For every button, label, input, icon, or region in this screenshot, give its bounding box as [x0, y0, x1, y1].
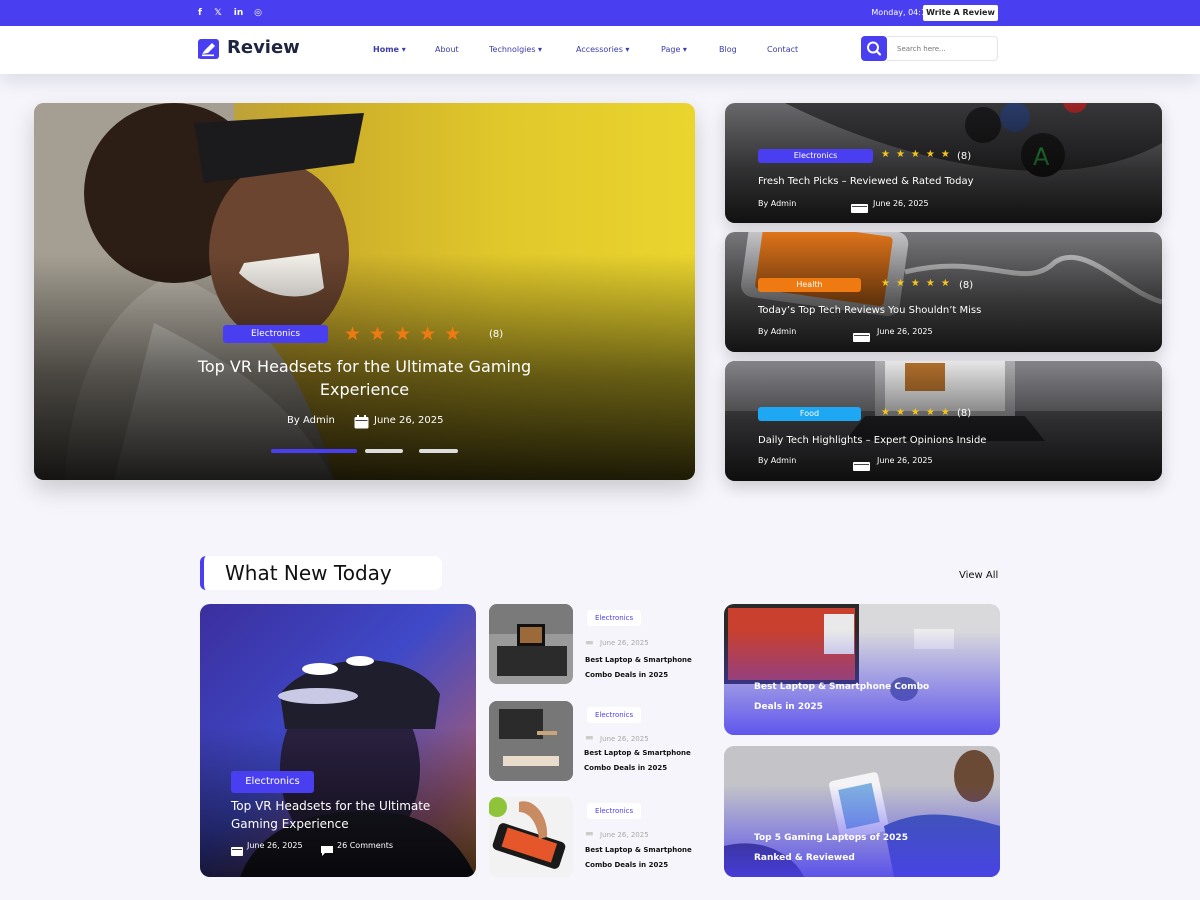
- nav-page-label: Page: [661, 45, 681, 54]
- list-item-title[interactable]: Best Laptop & Smartphone Combo Deals in …: [585, 843, 705, 873]
- linkedin-icon[interactable]: in: [232, 8, 245, 18]
- side-card-author[interactable]: By Admin: [758, 456, 796, 465]
- nav-home[interactable]: Home ▾: [373, 45, 406, 54]
- hero-category-badge[interactable]: Electronics: [223, 325, 328, 343]
- side-card-date: June 26, 2025: [873, 199, 929, 208]
- main-article-date: June 26, 2025: [247, 841, 303, 850]
- chevron-down-icon: ▾: [398, 45, 406, 54]
- calendar-icon: [853, 327, 870, 346]
- chevron-down-icon: ▾: [622, 45, 630, 54]
- side-card-category[interactable]: Health: [758, 278, 861, 292]
- star-rating: ★★★★★: [344, 323, 470, 345]
- nav-blog[interactable]: Blog: [719, 45, 737, 54]
- list-item-category[interactable]: Electronics: [587, 610, 642, 626]
- featured-card[interactable]: Top 5 Gaming Laptops of 2025 Ranked & Re…: [724, 746, 1000, 877]
- nav-home-label: Home: [373, 45, 399, 54]
- side-card-category[interactable]: Food: [758, 407, 861, 421]
- star-rating: ★★★★★: [881, 278, 956, 289]
- featured-card-title[interactable]: Top 5 Gaming Laptops of 2025 Ranked & Re…: [754, 828, 934, 868]
- nav-technologies-label: Technolgies: [489, 45, 536, 54]
- main-article-comments[interactable]: 26 Comments: [337, 841, 393, 850]
- side-card-title[interactable]: Fresh Tech Picks – Reviewed & Rated Toda…: [758, 176, 974, 187]
- list-item-date: June 26, 2025: [600, 639, 649, 647]
- side-card-date: June 26, 2025: [877, 327, 933, 336]
- side-card[interactable]: Food ★★★★★ (8) Daily Tech Highlights – E…: [725, 361, 1162, 481]
- logo-icon[interactable]: [198, 39, 219, 59]
- list-item-category[interactable]: Electronics: [587, 803, 642, 819]
- slider-dot-3[interactable]: [419, 449, 458, 453]
- section-title: What New Today: [225, 561, 392, 585]
- calendar-icon: ▬: [585, 638, 594, 648]
- hero-rating-count: (8): [489, 329, 504, 340]
- nav-about[interactable]: About: [435, 45, 459, 54]
- star-rating: ★★★★★: [881, 407, 956, 418]
- list-item-title[interactable]: Best Laptop & Smartphone Combo Deals in …: [584, 746, 704, 776]
- side-card[interactable]: Health ★★★★★ (8) Today’s Top Tech Review…: [725, 232, 1162, 352]
- search-button[interactable]: [861, 36, 887, 61]
- side-card-author[interactable]: By Admin: [758, 199, 796, 208]
- side-card-title[interactable]: Daily Tech Highlights – Expert Opinions …: [758, 435, 986, 446]
- calendar-icon: ▬: [585, 733, 594, 743]
- hero-date: June 26, 2025: [374, 415, 444, 426]
- side-card-rating-count: (8): [957, 151, 972, 162]
- main-navbar: Review Home ▾ About Technolgies ▾ Access…: [0, 26, 1200, 74]
- calendar-icon: ▬: [585, 829, 594, 839]
- side-card-title[interactable]: Today’s Top Tech Reviews You Shouldn’t M…: [758, 305, 981, 316]
- slider-dot-1[interactable]: [271, 449, 357, 453]
- list-item-date: June 26, 2025: [600, 735, 649, 743]
- main-article-title[interactable]: Top VR Headsets for the Ultimate Gaming …: [231, 797, 441, 833]
- top-bar: f 𝕏 in ◎ Monday, 04:18pm Write A Review: [0, 0, 1200, 26]
- calendar-icon: [853, 456, 870, 475]
- main-article-card[interactable]: Electronics Top VR Headsets for the Ulti…: [200, 604, 476, 877]
- side-card[interactable]: A Electronics ★★★★★ (8) Fresh Tech Picks…: [725, 103, 1162, 223]
- side-card-author[interactable]: By Admin: [758, 327, 796, 336]
- nav-accessories[interactable]: Accessories ▾: [576, 45, 629, 54]
- side-card-rating-count: (8): [959, 280, 974, 291]
- view-all-link[interactable]: View All: [959, 570, 998, 581]
- calendar-icon: [231, 841, 243, 860]
- calendar-icon: [354, 414, 369, 433]
- slider-dot-2[interactable]: [365, 449, 403, 453]
- write-review-button[interactable]: Write A Review: [923, 5, 998, 21]
- nav-accessories-label: Accessories: [576, 45, 623, 54]
- featured-card[interactable]: Best Laptop & Smartphone Combo Deals in …: [724, 604, 1000, 735]
- list-item-title[interactable]: Best Laptop & Smartphone Combo Deals in …: [585, 653, 705, 683]
- main-article-overlay: [200, 604, 476, 877]
- nav-technologies[interactable]: Technolgies ▾: [489, 45, 542, 54]
- star-rating: ★★★★★: [881, 149, 956, 160]
- nav-page[interactable]: Page ▾: [661, 45, 687, 54]
- list-item-date: June 26, 2025: [600, 831, 649, 839]
- hero-title[interactable]: Top VR Headsets for the Ultimate Gaming …: [184, 355, 545, 401]
- list-item-thumbnail[interactable]: [489, 701, 573, 781]
- featured-card-title[interactable]: Best Laptop & Smartphone Combo Deals in …: [754, 677, 934, 717]
- x-twitter-icon[interactable]: 𝕏: [213, 8, 223, 18]
- chevron-down-icon: ▾: [680, 45, 687, 54]
- search-icon: [867, 41, 882, 56]
- nav-contact[interactable]: Contact: [767, 45, 798, 54]
- brand-name[interactable]: Review: [227, 37, 300, 58]
- chevron-down-icon: ▾: [535, 45, 543, 54]
- hero-author[interactable]: By Admin: [287, 415, 335, 426]
- search-input[interactable]: [887, 36, 998, 61]
- hero-slider[interactable]: Electronics ★★★★★ (8) Top VR Headsets fo…: [34, 103, 695, 480]
- main-article-category[interactable]: Electronics: [231, 771, 314, 793]
- list-item-category[interactable]: Electronics: [587, 707, 642, 723]
- side-card-rating-count: (8): [957, 408, 972, 419]
- comment-icon: [321, 841, 333, 860]
- facebook-icon[interactable]: f: [195, 8, 205, 18]
- list-item-thumbnail[interactable]: [489, 604, 573, 684]
- side-card-category[interactable]: Electronics: [758, 149, 873, 163]
- side-card-date: June 26, 2025: [877, 456, 933, 465]
- calendar-icon: [851, 198, 868, 217]
- list-item-thumbnail[interactable]: [489, 797, 573, 877]
- instagram-icon[interactable]: ◎: [253, 8, 263, 18]
